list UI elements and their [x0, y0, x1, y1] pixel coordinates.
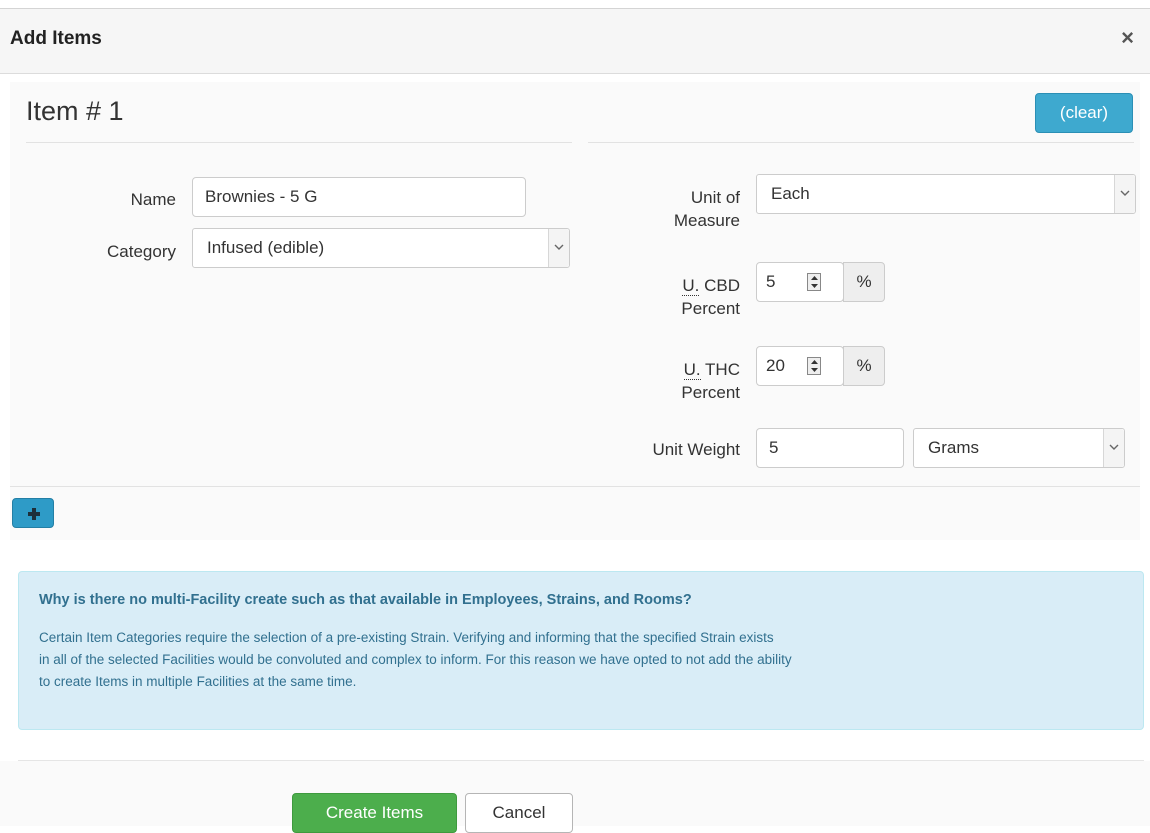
- clear-button[interactable]: (clear): [1035, 93, 1133, 133]
- chevron-down-icon: [1103, 429, 1124, 467]
- info-heading: Why is there no multi-Facility create su…: [39, 592, 692, 608]
- cbd-percent-stepper[interactable]: 5 %: [756, 262, 885, 302]
- category-select[interactable]: Infused (edible): [192, 228, 570, 268]
- chevron-down-icon: [1114, 175, 1135, 213]
- divider: [588, 142, 1134, 143]
- cbd-percent-label-line1: CBD: [704, 276, 740, 295]
- category-select-value: Infused (edible): [207, 238, 325, 257]
- info-alert: Why is there no multi-Facility create su…: [18, 571, 1144, 730]
- thc-percent-stepper[interactable]: 20 %: [756, 346, 885, 386]
- percent-addon: %: [843, 346, 885, 386]
- thc-abbr: U.: [683, 360, 701, 380]
- info-text-line: to create Items in multiple Facilities a…: [39, 674, 357, 689]
- modal-header: Add Items ×: [0, 8, 1150, 74]
- unit-weight-label: Unit Weight: [652, 440, 740, 459]
- unit-weight-input[interactable]: 5: [756, 428, 904, 468]
- unit-weight-unit-select[interactable]: Grams: [913, 428, 1125, 468]
- name-label: Name: [130, 190, 176, 209]
- divider: [26, 142, 572, 143]
- category-label: Category: [107, 242, 176, 261]
- thc-percent-label-line1: THC: [705, 360, 740, 379]
- plus-icon: [28, 508, 40, 520]
- spinner-arrows-icon[interactable]: [807, 273, 821, 291]
- item-heading: Item # 1: [26, 96, 124, 126]
- unit-of-measure-label-line2: Measure: [673, 211, 740, 230]
- name-input[interactable]: Brownies - 5 G: [192, 177, 526, 217]
- unit-of-measure-label: Unit of Measure: [620, 186, 740, 232]
- cbd-percent-label-line2: Percent: [681, 299, 740, 318]
- cancel-button[interactable]: Cancel: [465, 793, 573, 833]
- divider: [10, 486, 1140, 487]
- modal-footer: Create Items Cancel: [0, 761, 1150, 833]
- thc-percent-label: U. THC Percent: [620, 358, 740, 404]
- add-item-button[interactable]: [12, 498, 54, 528]
- close-button[interactable]: ×: [1121, 27, 1134, 49]
- unit-of-measure-select[interactable]: Each: [756, 174, 1136, 214]
- item-panel: Item # 1 (clear) Name Brownies - 5 G Cat…: [10, 82, 1140, 540]
- spinner-arrows-icon[interactable]: [807, 357, 821, 375]
- cbd-percent-label: U. CBD Percent: [620, 274, 740, 320]
- info-text: Certain Item Categories require the sele…: [39, 627, 1119, 693]
- percent-addon: %: [843, 262, 885, 302]
- unit-weight-unit-value: Grams: [928, 438, 979, 457]
- cbd-percent-value: 5: [766, 272, 776, 291]
- modal-title: Add Items: [10, 28, 102, 49]
- create-items-button[interactable]: Create Items: [292, 793, 457, 833]
- info-text-line: in all of the selected Facilities would …: [39, 652, 792, 667]
- cbd-abbr: U.: [682, 276, 700, 296]
- unit-of-measure-select-value: Each: [771, 184, 810, 203]
- info-text-line: Certain Item Categories require the sele…: [39, 630, 774, 645]
- unit-of-measure-label-line1: Unit of: [690, 188, 740, 207]
- chevron-down-icon: [548, 229, 569, 267]
- thc-percent-value: 20: [766, 356, 785, 375]
- thc-percent-label-line2: Percent: [681, 383, 740, 402]
